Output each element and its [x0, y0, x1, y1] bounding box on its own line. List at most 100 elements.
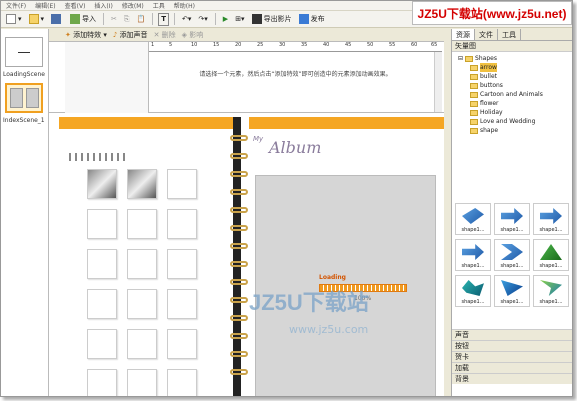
text-button[interactable]: T: [158, 12, 170, 26]
photo-slot[interactable]: [87, 209, 117, 239]
publish-button[interactable]: 发布: [297, 13, 327, 26]
photo-slot[interactable]: [87, 249, 117, 279]
binder-ring: [230, 333, 248, 339]
scene-thumb-loading[interactable]: [5, 37, 43, 67]
tree-item[interactable]: Love and Wedding: [458, 117, 572, 126]
photo-slot[interactable]: [167, 209, 197, 239]
delete-button[interactable]: ✕ 删除: [154, 30, 176, 40]
open-button[interactable]: ▾: [27, 13, 47, 26]
shape-label: shape1...: [500, 263, 524, 269]
new-button[interactable]: ▾: [4, 13, 24, 26]
section-card[interactable]: 贺卡: [452, 351, 572, 362]
ruler-tick: 10: [191, 42, 198, 48]
save-button[interactable]: [49, 13, 65, 26]
tree-item[interactable]: bullet: [458, 72, 572, 81]
shape-item[interactable]: shape1...: [533, 203, 569, 235]
add-effect-button[interactable]: ✦ 添加特效 ▾: [65, 30, 107, 40]
adjust-button[interactable]: ◈ 影响: [182, 30, 204, 40]
shape-item[interactable]: shape1...: [455, 239, 491, 271]
app-window: 文件(F) 编辑(E) 查看(V) 插入(I) 修改(M) 工具 帮助(H) ▾…: [0, 0, 573, 397]
add-effect-label: 添加特效: [73, 31, 102, 39]
export-movie-button[interactable]: 导出影片: [250, 13, 294, 26]
timeline-ruler[interactable]: 1 5 10 15 20 25 30 35 40 45 50 55 60 65: [149, 42, 442, 52]
ruler-tick: 55: [389, 42, 396, 48]
preview-button[interactable]: ⊞▾: [233, 13, 246, 26]
tree-item[interactable]: flower: [458, 99, 572, 108]
shape-item[interactable]: shape1...: [494, 239, 530, 271]
tree-root-shapes[interactable]: ⊟ Shapes: [458, 54, 572, 63]
tree-item[interactable]: Holiday: [458, 108, 572, 117]
shape-item[interactable]: shape1...: [455, 203, 491, 235]
photo-slot[interactable]: [127, 369, 157, 396]
shape-label: shape1...: [461, 299, 485, 305]
ruler-tick: 20: [235, 42, 242, 48]
photo-slot[interactable]: [127, 329, 157, 359]
menu-modify[interactable]: 修改(M): [122, 1, 144, 10]
ruler-tick: 15: [213, 42, 220, 48]
add-sound-button[interactable]: ♪ 添加声音: [113, 30, 148, 40]
shape-item[interactable]: shape1...: [494, 203, 530, 235]
binder-ring: [230, 225, 248, 231]
ruler-tick: 50: [367, 42, 374, 48]
redo-button[interactable]: ↷▾: [196, 13, 209, 26]
copy-button[interactable]: ⎘: [122, 13, 132, 26]
tab-files[interactable]: 文件: [475, 29, 498, 40]
photo-slot[interactable]: [127, 209, 157, 239]
timeline-scrollbar[interactable]: [434, 52, 442, 112]
photo-thumb[interactable]: [87, 169, 117, 199]
tab-tools[interactable]: 工具: [498, 29, 521, 40]
photo-slot[interactable]: [87, 289, 117, 319]
menu-help[interactable]: 帮助(H): [174, 1, 195, 10]
vector-section-header[interactable]: 矢量图: [452, 41, 572, 52]
photo-slot[interactable]: [167, 249, 197, 279]
menu-edit[interactable]: 编辑(E): [35, 1, 55, 10]
tab-resources[interactable]: 资源: [452, 29, 475, 40]
photo-slot[interactable]: [167, 289, 197, 319]
folder-icon: [470, 82, 478, 89]
menu-tools[interactable]: 工具: [153, 1, 165, 10]
section-background[interactable]: 背景: [452, 373, 572, 384]
tree-item-label: shape: [480, 127, 499, 134]
tree-item-label: buttons: [480, 82, 503, 89]
shape-item[interactable]: shape1...: [533, 239, 569, 271]
menu-view[interactable]: 查看(V): [65, 1, 86, 10]
play-button[interactable]: ▶: [221, 13, 230, 26]
photo-thumb[interactable]: [127, 169, 157, 199]
tree-item[interactable]: arrow: [458, 63, 572, 72]
tree-item[interactable]: buttons: [458, 81, 572, 90]
binder-ring: [230, 261, 248, 267]
tree-item[interactable]: shape: [458, 126, 572, 135]
scene-panel: LoadingScene IndexScene_1: [1, 29, 49, 396]
photo-slot[interactable]: [87, 369, 117, 396]
scene-thumb-index[interactable]: [5, 83, 43, 113]
import-button[interactable]: 导入: [68, 13, 98, 26]
shape-item[interactable]: shape1...: [494, 275, 530, 307]
photo-slot[interactable]: [167, 169, 197, 199]
album-left-title: [69, 153, 129, 161]
tree-item[interactable]: Cartoon and Animals: [458, 90, 572, 99]
menu-insert[interactable]: 插入(I): [94, 1, 112, 10]
star-shape-icon: [540, 280, 562, 296]
photo-slot[interactable]: [167, 369, 197, 396]
photo-slot[interactable]: [167, 329, 197, 359]
scene-label-index: IndexScene_1: [3, 117, 45, 124]
cut-button[interactable]: ✂: [109, 13, 119, 26]
ruler-tick: 65: [431, 42, 438, 48]
section-sound[interactable]: 声音: [452, 329, 572, 340]
tree-item-label: Love and Wedding: [480, 118, 536, 125]
undo-button[interactable]: ↶▾: [180, 13, 193, 26]
photo-slot[interactable]: [87, 329, 117, 359]
menu-file[interactable]: 文件(F): [6, 1, 26, 10]
paste-button[interactable]: 📋: [135, 13, 148, 26]
ruler-tick: 60: [411, 42, 418, 48]
shape-item[interactable]: shape1...: [533, 275, 569, 307]
photo-slot[interactable]: [127, 249, 157, 279]
resource-tabs: 资源 文件 工具: [452, 29, 572, 41]
photo-slot[interactable]: [127, 289, 157, 319]
shape-item[interactable]: shape1...: [455, 275, 491, 307]
stage-canvas[interactable]: My Album Loading 100% JZ5U下载站 www.jz5u.c…: [49, 113, 444, 396]
toolbar-separator: [152, 13, 154, 25]
scene-thumb-page: [26, 88, 39, 108]
section-button[interactable]: 按钮: [452, 340, 572, 351]
section-loading[interactable]: 加载: [452, 362, 572, 373]
